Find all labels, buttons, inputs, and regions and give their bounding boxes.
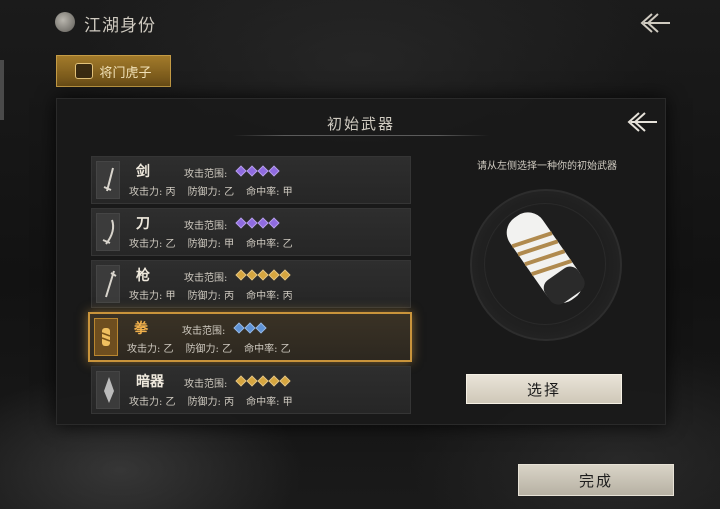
hit-stat: 命中率: 乙 xyxy=(246,239,293,250)
defense-stat: 防御力: 乙 xyxy=(187,187,235,198)
weapon-row[interactable]: 剑 攻击范围: 攻击力: 丙 防御力: 乙 命中率: 甲 xyxy=(91,156,411,204)
range-diamond-icon xyxy=(257,165,269,177)
hit-stat: 命中率: 甲 xyxy=(246,187,293,198)
spear-icon xyxy=(105,270,117,298)
side-edge-marker xyxy=(0,60,4,120)
page-title: 江湖身份 xyxy=(84,16,156,36)
finish-button[interactable]: 完成 xyxy=(518,464,674,496)
range-label: 攻击范围: xyxy=(184,221,228,232)
weapon-row[interactable]: 刀 攻击范围: 攻击力: 乙 防御力: 甲 命中率: 乙 xyxy=(91,208,411,256)
range-diamond-icon xyxy=(246,217,258,229)
weapon-name: 枪 xyxy=(136,268,150,284)
range-diamond-icon xyxy=(235,375,247,387)
range-diamond-icon xyxy=(235,165,247,177)
defense-stat: 防御力: 乙 xyxy=(185,344,233,355)
back-arrow-icon[interactable] xyxy=(636,10,672,36)
selection-hint: 请从左侧选择一种你的初始武器 xyxy=(477,161,617,172)
range-diamond-icon xyxy=(233,322,245,334)
range-diamonds xyxy=(233,322,267,334)
attack-stat: 攻击力: 甲 xyxy=(129,291,176,302)
range-label: 攻击范围: xyxy=(182,326,226,337)
range-diamond-icon xyxy=(268,269,280,281)
range-diamond-icon xyxy=(255,322,267,334)
dialog-title: 初始武器 xyxy=(326,115,395,133)
defense-stat: 防御力: 丙 xyxy=(187,291,235,302)
title-divider xyxy=(233,135,489,136)
range-label: 攻击范围: xyxy=(184,169,228,180)
range-diamond-icon xyxy=(246,269,258,281)
range-diamonds xyxy=(235,217,280,229)
weapon-icon-frame xyxy=(96,265,120,303)
select-button[interactable]: 选择 xyxy=(466,374,622,404)
weapon-stats: 攻击力: 乙 防御力: 乙 命中率: 乙 xyxy=(127,340,303,355)
sword-icon xyxy=(103,167,114,192)
dart-icon xyxy=(104,377,114,403)
range-diamond-icon xyxy=(279,375,291,387)
weapon-stats: 攻击力: 乙 防御力: 丙 命中率: 甲 xyxy=(129,393,305,408)
weapon-stats: 攻击力: 丙 防御力: 乙 命中率: 甲 xyxy=(129,183,305,198)
range-diamond-icon xyxy=(246,165,258,177)
weapon-icon-frame xyxy=(96,161,120,199)
fist-wrap-preview-icon xyxy=(506,212,585,305)
attack-stat: 攻击力: 丙 xyxy=(129,187,176,198)
weapon-name: 拳 xyxy=(134,321,148,337)
defense-stat: 防御力: 甲 xyxy=(187,239,235,250)
weapon-row[interactable]: 拳 攻击范围: 攻击力: 乙 防御力: 乙 命中率: 乙 xyxy=(88,312,412,362)
defense-stat: 防御力: 丙 xyxy=(187,397,235,408)
attack-stat: 攻击力: 乙 xyxy=(127,344,174,355)
hit-stat: 命中率: 乙 xyxy=(244,344,291,355)
range-diamonds xyxy=(235,165,280,177)
range-diamond-icon xyxy=(244,322,256,334)
weapon-stats: 攻击力: 乙 防御力: 甲 命中率: 乙 xyxy=(129,235,305,250)
weapon-icon-frame xyxy=(96,213,120,251)
range-diamond-icon xyxy=(235,269,247,281)
weapon-row[interactable]: 暗器 攻击范围: 攻击力: 乙 防御力: 丙 命中率: 甲 xyxy=(91,366,411,414)
range-diamonds xyxy=(235,375,291,387)
initial-weapon-dialog: 初始武器 剑 攻击范围: 攻击力: 丙 防御力: 乙 命中率: 甲 刀 攻击范围… xyxy=(56,98,666,425)
weapon-name: 刀 xyxy=(136,216,150,232)
fist-wrap-icon xyxy=(101,328,111,346)
weapon-icon-frame xyxy=(94,318,118,356)
range-diamond-icon xyxy=(246,375,258,387)
weapon-stats: 攻击力: 甲 防御力: 丙 命中率: 丙 xyxy=(129,287,305,302)
range-diamond-icon xyxy=(257,269,269,281)
range-diamond-icon xyxy=(257,217,269,229)
range-diamond-icon xyxy=(268,375,280,387)
helmet-icon xyxy=(75,63,94,79)
weapon-name: 剑 xyxy=(136,164,150,180)
range-diamond-icon xyxy=(257,375,269,387)
range-diamonds xyxy=(235,269,291,281)
range-diamond-icon xyxy=(268,217,280,229)
tab-label: 将门虎子 xyxy=(99,65,152,81)
hit-stat: 命中率: 丙 xyxy=(246,291,293,302)
range-diamond-icon xyxy=(235,217,247,229)
weapon-name: 暗器 xyxy=(136,374,164,390)
hit-stat: 命中率: 甲 xyxy=(246,397,293,408)
range-diamond-icon xyxy=(268,165,280,177)
top-bar: 江湖身份 xyxy=(0,0,720,46)
tab-general-identity[interactable]: 将门虎子 xyxy=(56,55,171,87)
blade-icon xyxy=(102,219,115,245)
identity-emblem-icon xyxy=(55,12,75,32)
range-label: 攻击范围: xyxy=(184,273,228,284)
range-label: 攻击范围: xyxy=(184,379,228,390)
close-arrow-icon[interactable] xyxy=(623,109,659,135)
range-diamond-icon xyxy=(279,269,291,281)
weapon-row[interactable]: 枪 攻击范围: 攻击力: 甲 防御力: 丙 命中率: 丙 xyxy=(91,260,411,308)
weapon-icon-frame xyxy=(96,371,120,409)
attack-stat: 攻击力: 乙 xyxy=(129,397,176,408)
attack-stat: 攻击力: 乙 xyxy=(129,239,176,250)
weapon-list: 剑 攻击范围: 攻击力: 丙 防御力: 乙 命中率: 甲 刀 攻击范围: 攻击力… xyxy=(88,156,412,418)
